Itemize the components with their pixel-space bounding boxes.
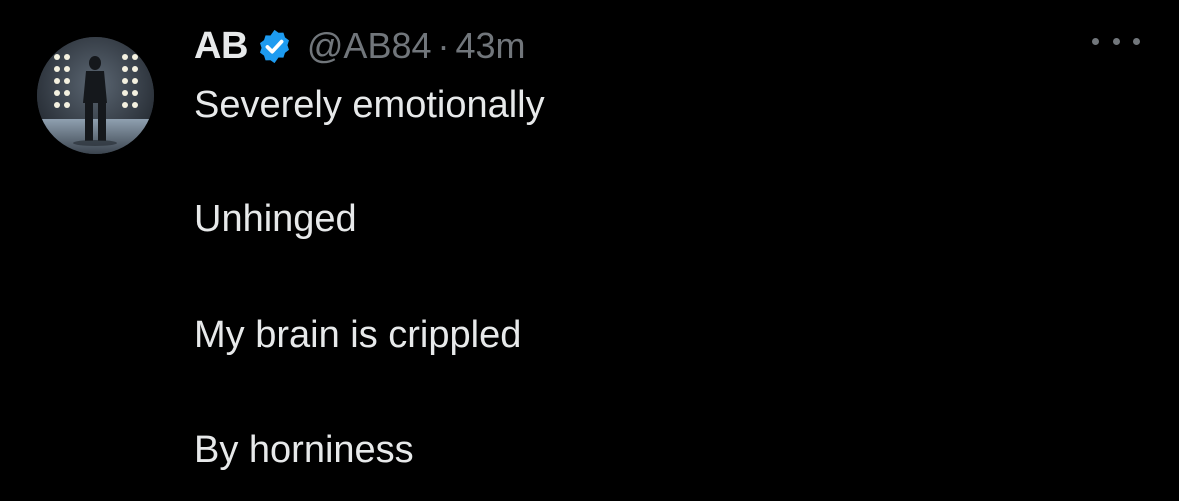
handle[interactable]: @AB84	[307, 25, 432, 67]
tweet-text-line: By horniness	[194, 429, 414, 471]
more-dot	[1133, 37, 1140, 45]
avatar[interactable]	[37, 37, 154, 154]
more-dot	[1092, 37, 1099, 45]
tweet-text-line: Severely emotionally	[194, 84, 545, 126]
tweet-header: AB @AB84 · 43m	[194, 22, 526, 70]
person-on-stage-avatar	[37, 37, 154, 154]
more-dot	[1112, 37, 1120, 45]
timestamp[interactable]: 43m	[456, 25, 526, 67]
more-horizontal-icon[interactable]	[1092, 26, 1140, 56]
tweet-text-line: Unhinged	[194, 198, 357, 240]
display-name[interactable]: AB	[194, 25, 248, 68]
tweet: AB @AB84 · 43m Severely emotionally Unhi…	[0, 0, 1179, 501]
separator-dot: ·	[437, 25, 450, 66]
verified-badge-icon	[256, 28, 293, 65]
tweet-text-line: My brain is crippled	[194, 314, 522, 356]
